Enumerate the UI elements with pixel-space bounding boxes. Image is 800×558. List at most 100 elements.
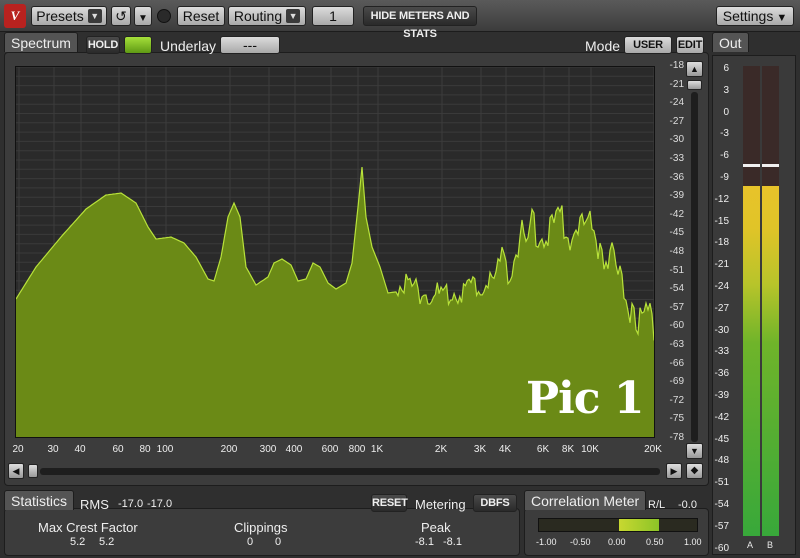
presets-button[interactable]: Presets ▼ (31, 6, 107, 26)
meter-tick-label: -24 (714, 281, 729, 292)
out-tab: Out (712, 32, 749, 52)
correlation-bar-fill (619, 519, 659, 531)
scroll-left-button[interactable]: ◀ (8, 463, 24, 479)
underlay-label: Underlay (160, 38, 217, 54)
meter-tick-label: -27 (714, 302, 729, 314)
meter-tick-label: -60 (714, 542, 729, 554)
db-tick-label: -39 (669, 190, 684, 202)
undo-button[interactable]: ↺ (111, 6, 131, 26)
freq-tick-label: 3K (473, 444, 487, 455)
meter-tick-label: -21 (714, 259, 729, 271)
db-tick-label: -51 (669, 264, 684, 276)
triangle-down-icon: ▼ (138, 13, 148, 24)
db-tick-label: -54 (669, 283, 684, 295)
output-meter-panel: 6 3 0 -3 -6 -9 -12 -15 -18 -21 -24 -27 -30 -33 -36 -39 -… (712, 55, 796, 555)
arrow-left-icon: ◀ (12, 466, 20, 476)
freq-tick-label: 20K (644, 444, 662, 455)
freq-tick-label: 400 (285, 444, 303, 455)
underlay-select[interactable]: --- (220, 36, 280, 54)
mode-user-button[interactable]: USER (624, 36, 672, 54)
db-tick-label: -75 (669, 413, 684, 425)
freq-tick-label: 20 (12, 444, 24, 455)
mode-edit-button[interactable]: EDIT (676, 36, 704, 54)
meter-tick-label: -12 (714, 193, 729, 205)
max-crest-label: Max Crest Factor (38, 520, 138, 535)
freq-tick-label: 6K (536, 444, 550, 455)
db-tick-label: -57 (669, 301, 684, 313)
db-tick-label: -42 (669, 208, 684, 220)
spectrum-tab: Spectrum (4, 32, 78, 52)
meter-tick-label: -39 (714, 390, 729, 401)
meter-tick-label: -51 (714, 477, 729, 489)
max-crest-left-value: 5.2 (70, 536, 86, 548)
rms-label: RMS (80, 497, 109, 512)
arrow-down-icon: ▼ (690, 446, 699, 456)
hold-toggle[interactable] (124, 36, 152, 54)
rl-value: -0.0 (678, 499, 697, 511)
scroll-thumb[interactable] (687, 80, 702, 90)
peak-label: Peak (421, 520, 451, 535)
db-tick-label: -45 (669, 227, 684, 239)
correlation-tick-label: -0.50 (570, 537, 591, 547)
freq-tick-label: 200 (220, 444, 238, 455)
db-tick-label: -36 (669, 171, 684, 183)
freq-tick-label: 60 (112, 444, 124, 455)
spectrum-graph[interactable]: Pic 1 (15, 66, 655, 438)
scroll-track[interactable] (691, 92, 698, 442)
meter-tick-label: 6 (723, 63, 729, 74)
db-tick-label: -21 (669, 78, 684, 90)
db-tick-label: -60 (669, 320, 684, 332)
meter-tick-label: -30 (714, 324, 729, 336)
correlation-tick-label: 0.00 (608, 537, 626, 547)
scroll-down-button[interactable]: ▼ (686, 443, 703, 459)
correlation-tick-label: -1.00 (536, 537, 557, 547)
meter-tick-label: -18 (714, 237, 729, 249)
rl-label: R/L (648, 499, 666, 511)
meter-tick-label: -15 (714, 215, 729, 227)
correlation-bar (538, 518, 698, 532)
rms-right-value: -17.0 (147, 498, 173, 510)
statistics-tab: Statistics (4, 490, 75, 510)
correlation-tab: Correlation Meter (524, 490, 647, 510)
db-tick-label: -66 (669, 357, 684, 369)
clippings-right-value: 0 (275, 536, 282, 548)
clippings-left-value: 0 (247, 536, 254, 548)
settings-button[interactable]: Settings ▼ (716, 6, 794, 26)
meter-tick-label: 3 (723, 84, 729, 96)
db-tick-label: -69 (669, 376, 684, 388)
meter-tick-label: -45 (714, 433, 729, 445)
correlation-tick-label: 0.50 (646, 537, 664, 547)
hide-meters-button[interactable]: HIDE METERS AND STATS (363, 6, 477, 40)
routing-label: Routing (233, 8, 283, 24)
scroll-up-button[interactable]: ▲ (686, 61, 703, 77)
reset-button[interactable]: Reset (177, 6, 225, 26)
channel-a-label: A (747, 540, 754, 550)
meter-tick-label: -54 (714, 499, 729, 510)
rms-left-value: -17.0 (118, 498, 144, 510)
routing-button[interactable]: Routing ▼ (228, 6, 306, 26)
hold-button[interactable]: HOLD (86, 36, 120, 54)
watermark-text: Pic 1 (526, 373, 645, 424)
freq-tick-label: 2K (434, 444, 448, 455)
chevron-down-icon: ▼ (87, 9, 102, 24)
meter-tick-label: -9 (720, 172, 729, 183)
clippings-label: Clippings (234, 520, 288, 535)
stats-reset-button[interactable]: RESET (371, 494, 408, 512)
db-tick-label: -63 (669, 339, 684, 350)
scroll-right-button[interactable]: ▶ (666, 463, 682, 479)
chevron-down-icon: ▼ (776, 12, 788, 24)
vertical-scrollbar[interactable]: ▲ ▼ (685, 60, 705, 460)
meter-tick-label: 0 (723, 106, 729, 118)
horizontal-scrollbar[interactable]: ◀ ▶ ◆ (8, 462, 704, 480)
mode-label: Mode (585, 38, 621, 54)
routing-value-field[interactable]: 1 (312, 6, 354, 26)
presets-menu-button[interactable]: ▼ (134, 6, 152, 26)
freq-tick-label: 600 (321, 444, 339, 455)
scroll-track[interactable] (40, 468, 660, 475)
metering-select[interactable]: DBFS (473, 494, 517, 512)
db-tick-label: -24 (669, 97, 684, 109)
meter-fill-a (743, 186, 760, 536)
diamond-icon: ◆ (690, 465, 699, 476)
scroll-thumb[interactable] (28, 464, 38, 478)
zoom-reset-button[interactable]: ◆ (686, 463, 703, 479)
